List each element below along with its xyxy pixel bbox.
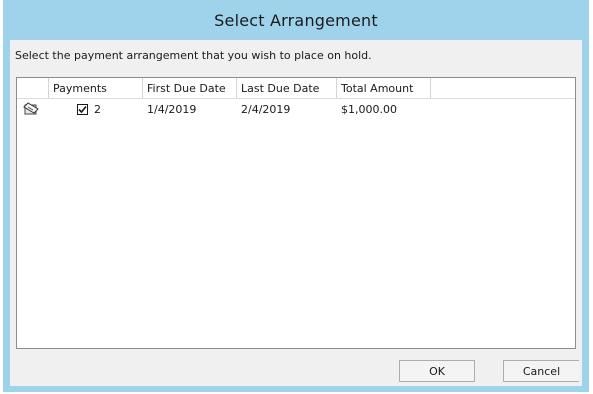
table-row[interactable]: 2 1/4/2019 2/4/2019 $1,000.00 [17, 99, 575, 119]
instruction-text: Select the payment arrangement that you … [15, 49, 372, 62]
row-icon-cell [17, 99, 49, 119]
column-header-last-due-date[interactable]: Last Due Date [237, 78, 337, 98]
column-header-payments[interactable]: Payments [49, 78, 143, 98]
select-checkbox[interactable] [77, 103, 88, 115]
ok-button[interactable]: OK [399, 360, 475, 382]
note-icon [23, 102, 39, 115]
column-header-total-amount[interactable]: Total Amount [337, 78, 431, 98]
grid-header: Payments First Due Date Last Due Date To… [17, 78, 575, 99]
total-amount-cell: $1,000.00 [341, 102, 397, 116]
select-arrangement-dialog: Select Arrangement Select the payment ar… [3, 0, 589, 392]
last-due-date-cell: 2/4/2019 [241, 102, 291, 116]
cancel-button[interactable]: Cancel [503, 360, 579, 382]
arrangements-grid: Payments First Due Date Last Due Date To… [16, 77, 576, 349]
first-due-date-cell: 1/4/2019 [147, 102, 197, 116]
checkmark-icon [78, 105, 87, 113]
dialog-title: Select Arrangement [214, 10, 378, 30]
column-header-first-due-date[interactable]: First Due Date [143, 78, 237, 98]
payments-value: 2 [94, 102, 101, 116]
dialog-body: Select the payment arrangement that you … [10, 40, 582, 386]
column-header-icon[interactable] [17, 78, 49, 98]
title-bar[interactable]: Select Arrangement [3, 0, 589, 40]
payments-cell[interactable]: 2 [49, 99, 143, 119]
